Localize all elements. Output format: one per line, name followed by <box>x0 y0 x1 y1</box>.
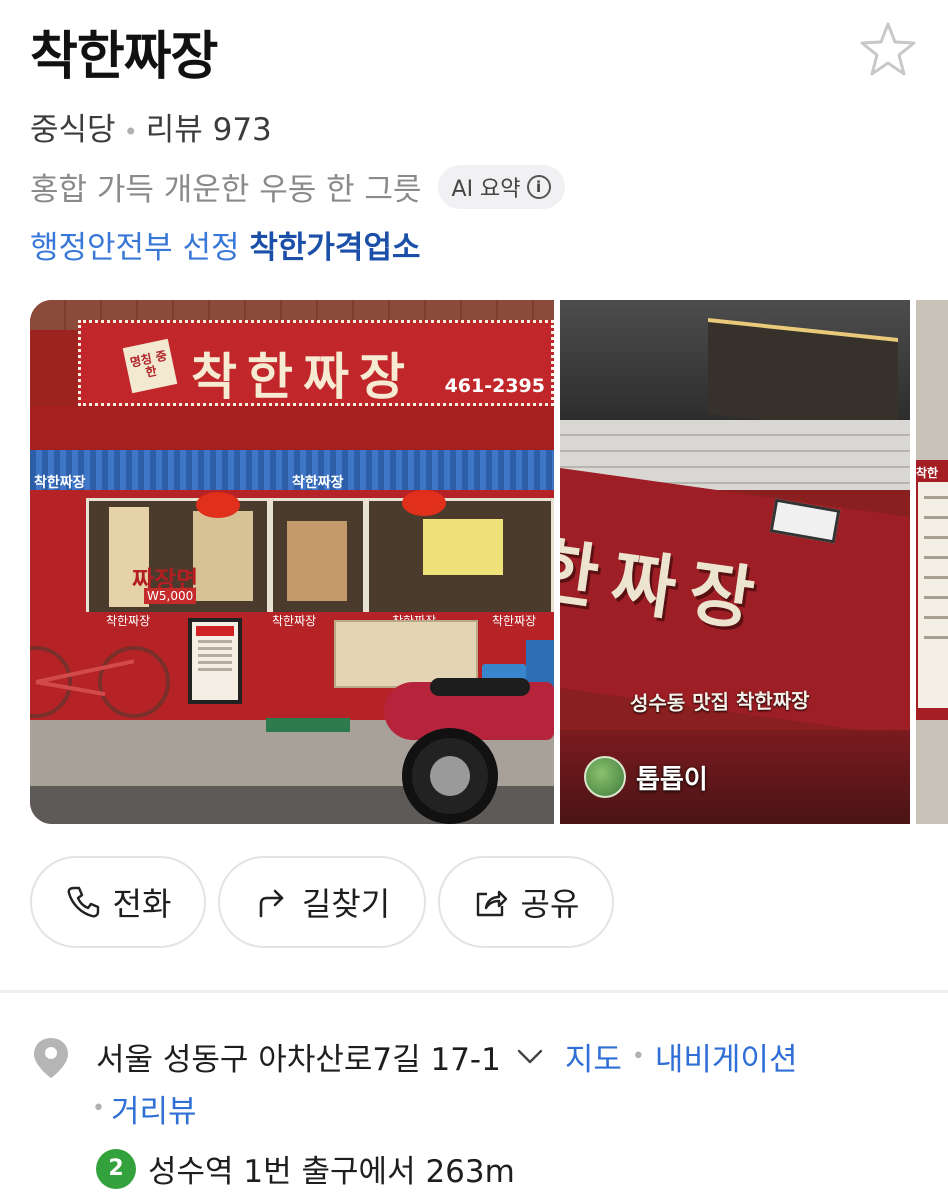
info-icon: i <box>526 174 551 199</box>
action-bar: 전화 길찾기 공유 <box>30 856 614 948</box>
address-row: 서울 성동구 아차산로7길 17-1 지도 • 내비게이션 <box>96 1034 797 1079</box>
route-arrow-icon <box>259 889 284 918</box>
building-window-lit <box>708 318 898 434</box>
separator-dot: • <box>631 1044 645 1069</box>
window-price: W5,000 <box>144 588 197 604</box>
strip-label: 착한짜장 <box>106 614 151 628</box>
street-view-link[interactable]: 거리뷰 <box>111 1086 197 1131</box>
menu-standee <box>188 618 242 704</box>
address-row-2: • 거리뷰 <box>92 1086 197 1131</box>
bicycle-wheel <box>98 646 170 718</box>
directions-button[interactable]: 길찾기 <box>218 856 426 948</box>
ai-summary-chip[interactable]: AI 요약 i <box>437 164 565 209</box>
directions-label: 길찾기 <box>301 885 391 923</box>
scooter-seat <box>430 678 530 696</box>
shop-door <box>270 498 366 616</box>
lantern <box>402 490 446 516</box>
separator-dot: • <box>123 117 138 146</box>
sign-phone: 461-2395 <box>444 375 545 397</box>
ai-summary-label: AI 요약 <box>451 176 521 202</box>
facade-band <box>30 406 554 450</box>
phone-icon <box>67 886 99 918</box>
location-pin-icon <box>34 1038 68 1078</box>
door-mat <box>266 718 350 732</box>
store-sign: 명칭 중한 착한짜장 461-2395 <box>78 320 554 406</box>
navigation-link[interactable]: 내비게이션 <box>655 1034 798 1079</box>
chevron-down-icon[interactable] <box>517 1048 543 1066</box>
photo-menu[interactable]: 착한 <box>916 300 948 824</box>
window-strip: 착한짜장 착한짜장 착한짜장 착한짜장 <box>86 612 554 628</box>
avatar <box>584 756 626 798</box>
certification[interactable]: 행정안전부 선정 착한가격업소 <box>30 222 420 267</box>
awning-text: 착한짜장 <box>292 475 344 491</box>
map-link[interactable]: 지도 <box>565 1034 622 1079</box>
review-count-link[interactable]: 리뷰 973 <box>146 112 272 148</box>
category: 중식당 <box>30 112 116 148</box>
cert-prefix: 행정안전부 선정 <box>30 230 240 266</box>
transit-directions: 성수역 1번 출구에서 263m <box>148 1154 515 1190</box>
subway-line-badge: 2 <box>96 1148 136 1189</box>
transit-info: 2 성수역 1번 출구에서 263m <box>96 1146 515 1191</box>
sign-badge: 명칭 중한 <box>122 338 178 394</box>
menu-header: 착한 <box>916 466 939 480</box>
photo-storefront[interactable]: 명칭 중한 착한짜장 461-2395 착한짜장 착한짜장 짜장면 W5,000… <box>30 300 554 824</box>
menu-board <box>193 511 253 601</box>
awning-text: 착한짜장 <box>34 475 86 491</box>
uploader-name: 톱톱이 <box>636 764 708 795</box>
place-name: 착한짜장 <box>30 27 218 87</box>
photo-carousel[interactable]: 명칭 중한 착한짜장 461-2395 착한짜장 착한짜장 짜장면 W5,000… <box>30 300 948 824</box>
share-icon <box>476 890 507 917</box>
section-divider <box>0 990 948 993</box>
shop-window <box>366 498 554 616</box>
call-label: 전화 <box>112 885 172 923</box>
strip-label: 착한짜장 <box>492 614 537 628</box>
share-button[interactable]: 공유 <box>438 856 614 948</box>
address-text: 서울 성동구 아차산로7길 17-1 <box>96 1042 501 1078</box>
scooter-rim <box>430 756 470 796</box>
photo-sign-closeup[interactable]: 한짜장 성수동 맛집 착한짜장 톱톱이 <box>560 300 910 824</box>
sign-text: 착한짜장 <box>191 348 415 406</box>
share-label: 공유 <box>520 885 580 923</box>
separator-dot: • <box>92 1096 105 1121</box>
photo-uploader[interactable]: 톱톱이 <box>584 756 708 798</box>
photo-caption: 성수동 맛집 착한짜장 <box>629 688 810 716</box>
call-button[interactable]: 전화 <box>30 856 206 948</box>
menu-board <box>423 519 503 575</box>
place-meta: 중식당 • 리뷰 973 <box>30 104 272 149</box>
favorite-star-icon[interactable] <box>858 20 918 80</box>
place-summary: 홍합 가득 개운한 우동 한 그릇 AI 요약 i <box>30 164 565 209</box>
cert-name: 착한가격업소 <box>249 230 421 266</box>
menu-board <box>918 482 948 708</box>
summary-text: 홍합 가득 개운한 우동 한 그릇 <box>30 172 422 208</box>
strip-label: 착한짜장 <box>272 614 317 628</box>
lantern <box>196 492 240 518</box>
door-poster <box>287 521 347 601</box>
